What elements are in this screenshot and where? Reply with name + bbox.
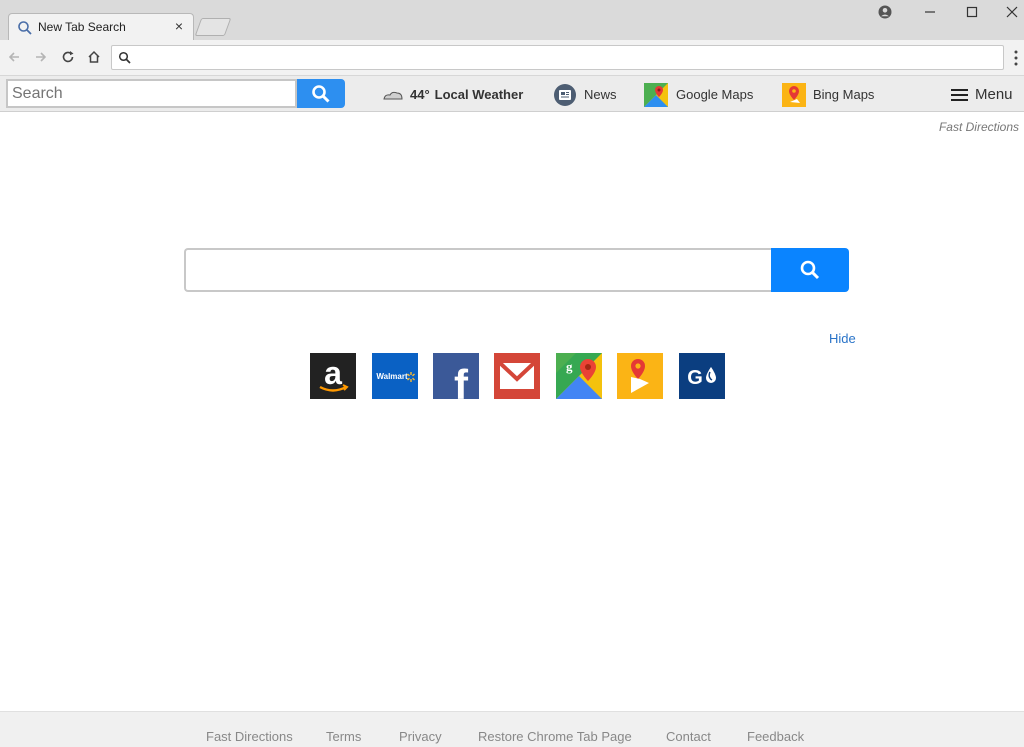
menu-label: Menu — [975, 86, 1013, 103]
back-arrow-icon — [8, 52, 19, 62]
gmail-icon — [498, 361, 536, 389]
more-menu-icon[interactable] — [1011, 48, 1021, 68]
toolbar-search-button[interactable] — [297, 79, 345, 108]
footer-link-feedback[interactable]: Feedback — [747, 729, 804, 744]
local-weather-button[interactable]: 44° Local Weather — [382, 76, 523, 113]
address-bar — [0, 40, 1024, 75]
reload-button[interactable] — [57, 46, 79, 68]
svg-text:f: f — [454, 361, 469, 399]
reload-icon — [62, 51, 74, 63]
search-icon — [800, 260, 820, 280]
google-maps-icon — [644, 82, 668, 107]
footer-link-privacy[interactable]: Privacy — [399, 729, 442, 744]
bing-maps-button[interactable]: Bing Maps — [782, 76, 874, 113]
tab-close-button[interactable]: × — [175, 18, 183, 34]
tile-gasbuddy[interactable]: G — [679, 353, 725, 399]
footer-link-terms[interactable]: Terms — [326, 729, 361, 744]
toolbar-search-input[interactable] — [6, 79, 297, 108]
footer-link-contact[interactable]: Contact — [666, 729, 711, 744]
back-button[interactable] — [3, 46, 25, 68]
svg-text:Walmart: Walmart — [376, 372, 408, 381]
weather-temp: 44° — [410, 87, 430, 102]
hide-shortcuts-link[interactable]: Hide — [829, 331, 856, 346]
google-maps-button[interactable]: Google Maps — [644, 76, 753, 113]
close-window-button[interactable] — [1000, 2, 1024, 22]
home-icon — [88, 50, 100, 63]
google-maps-label: Google Maps — [676, 87, 754, 102]
minimize-button[interactable] — [918, 2, 942, 22]
tab-title: New Tab Search — [38, 20, 126, 34]
svg-text:a: a — [324, 355, 342, 391]
browser-titlebar: New Tab Search × — [0, 0, 1024, 41]
menu-button[interactable]: Menu — [951, 76, 1013, 113]
main-search-input[interactable] — [184, 248, 771, 292]
tile-walmart[interactable]: Walmart — [372, 353, 418, 399]
walmart-icon: Walmart — [376, 372, 415, 382]
news-label: News — [584, 87, 617, 102]
weather-label: Local Weather — [434, 87, 524, 102]
amazon-icon: a — [319, 355, 349, 392]
bing-maps-icon — [631, 359, 649, 393]
gasbuddy-icon: G — [687, 367, 716, 389]
bing-maps-icon — [782, 82, 806, 107]
search-icon — [118, 51, 131, 64]
forward-arrow-icon — [36, 52, 47, 62]
main-search-button[interactable] — [771, 248, 849, 292]
hamburger-menu-icon — [951, 88, 968, 101]
svg-text:G: G — [687, 367, 703, 389]
tile-facebook[interactable]: f — [433, 353, 479, 399]
facebook-icon: f — [454, 361, 469, 399]
forward-button[interactable] — [30, 46, 52, 68]
profile-icon[interactable] — [873, 2, 897, 22]
cloud-icon — [383, 91, 403, 99]
omnibox[interactable] — [111, 45, 1004, 70]
footer-link-fast-directions[interactable]: Fast Directions — [206, 729, 293, 744]
tile-gmail[interactable] — [494, 353, 540, 399]
maximize-button[interactable] — [960, 2, 984, 22]
bing-maps-label: Bing Maps — [813, 87, 875, 102]
google-maps-icon: g — [556, 353, 602, 399]
tile-bing-maps[interactable] — [617, 353, 663, 399]
browser-tab[interactable]: New Tab Search × — [8, 13, 194, 41]
home-button[interactable] — [83, 46, 105, 68]
search-icon — [312, 84, 330, 103]
fast-directions-logo[interactable]: Fast Directions — [939, 120, 1019, 134]
footer: Fast Directions Terms Privacy Restore Ch… — [0, 711, 1024, 747]
tile-google-maps[interactable]: g — [556, 353, 602, 399]
svg-text:g: g — [566, 359, 573, 374]
footer-link-restore-chrome-tab[interactable]: Restore Chrome Tab Page — [478, 729, 632, 744]
search-icon — [18, 21, 32, 35]
news-button[interactable]: News — [553, 76, 617, 113]
extension-toolbar: 44° Local Weather News Google Maps Bing … — [0, 75, 1024, 112]
new-tab-button[interactable] — [194, 18, 232, 36]
tile-amazon[interactable]: a — [310, 353, 356, 399]
news-icon — [554, 83, 576, 106]
